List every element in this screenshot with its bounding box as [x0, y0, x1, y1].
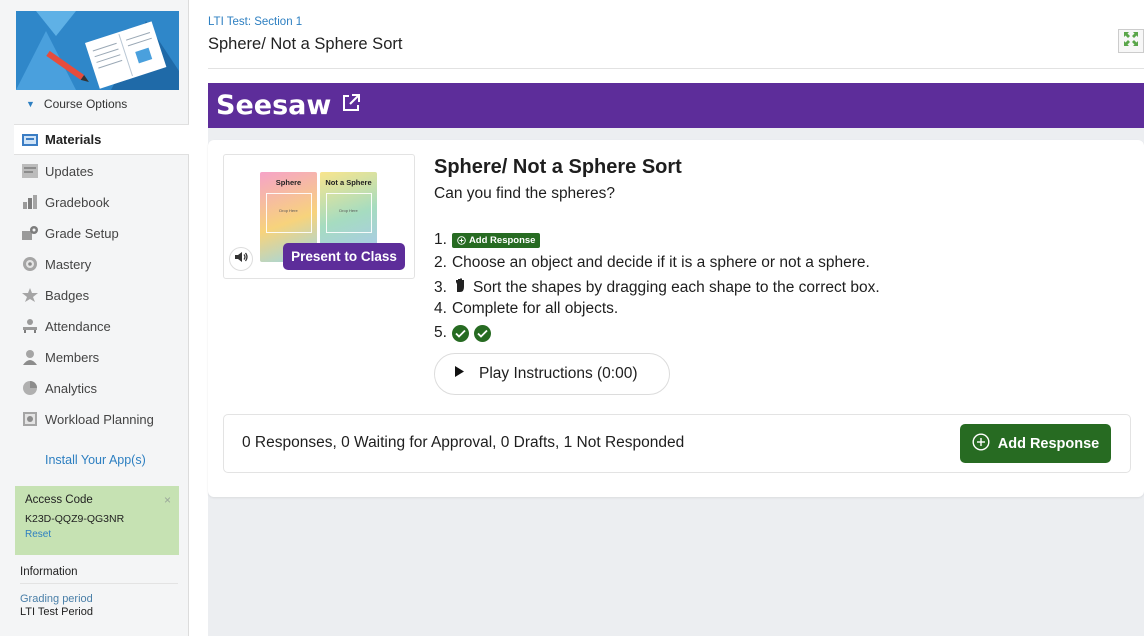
attendance-icon — [20, 318, 39, 335]
step-text: Sort the shapes by dragging each shape t… — [472, 278, 880, 296]
sidebar-item-materials[interactable]: Materials — [14, 124, 189, 155]
sidebar-item-label: Attendance — [45, 318, 111, 334]
sidebar-item-label: Mastery — [45, 256, 92, 272]
sidebar-item-label: Analytics — [45, 380, 98, 396]
sidebar-item-label: Updates — [45, 163, 94, 179]
mastery-icon — [20, 256, 39, 273]
access-code-title: Access Code — [25, 494, 93, 506]
sidebar-item-attendance[interactable]: Attendance — [14, 310, 189, 341]
step-number: 2. — [434, 254, 447, 271]
activity-title: Sphere/ Not a Sphere Sort — [434, 156, 682, 178]
updates-icon — [20, 163, 39, 180]
course-options-toggle[interactable]: ▼ Course Options — [26, 97, 127, 111]
responses-summary: 0 Responses, 0 Waiting for Approval, 0 D… — [242, 434, 685, 451]
sidebar-item-label: Members — [45, 349, 100, 365]
sidebar-item-grade-setup[interactable]: Grade Setup — [14, 217, 189, 248]
sidebar-nav: Materials Updates Gradebook Grade Setup … — [14, 124, 189, 434]
grading-period-label: Grading period — [20, 593, 93, 605]
play-icon — [454, 365, 465, 383]
step-number: 3. — [434, 278, 447, 296]
check-circle-icon — [473, 324, 491, 342]
expand-icon — [1123, 31, 1139, 52]
speaker-button[interactable] — [229, 247, 253, 271]
access-code-value: K23D-QQZ9-QG3NR — [25, 513, 125, 525]
caret-down-icon: ▼ — [26, 99, 35, 109]
seesaw-logo: Seesaw — [216, 90, 332, 121]
instruction-step-1: 1. Add Response — [434, 231, 541, 249]
instruction-step-5: 5. — [434, 324, 491, 342]
add-response-inline-label: Add Response — [468, 234, 536, 246]
add-response-label: Add Response — [997, 435, 1100, 452]
page-title: Sphere/ Not a Sphere Sort — [208, 35, 403, 53]
header-divider — [208, 68, 1144, 69]
sidebar-item-label: Grade Setup — [45, 225, 119, 241]
analytics-icon — [20, 380, 39, 397]
add-response-button[interactable]: Add Response — [960, 424, 1111, 463]
step-number: 4. — [434, 300, 447, 317]
sidebar-item-analytics[interactable]: Analytics — [14, 372, 189, 403]
step-text: Choose an object and decide if it is a s… — [451, 254, 870, 271]
plus-circle-icon — [457, 235, 466, 245]
play-instructions-label: Play Instructions (0:00) — [479, 365, 638, 382]
instruction-step-2: 2. Choose an object and decide if it is … — [434, 254, 870, 272]
sidebar-item-updates[interactable]: Updates — [14, 155, 189, 186]
sphere-sheet-label: Sphere — [275, 178, 302, 187]
sidebar-item-members[interactable]: Members — [14, 341, 189, 372]
drop-box: Drop Here — [265, 193, 312, 233]
workload-planning-icon — [20, 411, 39, 428]
materials-icon — [20, 131, 39, 148]
fullscreen-button[interactable] — [1118, 29, 1144, 53]
not-sphere-sheet-label: Not a Sphere — [325, 178, 372, 187]
drop-box: Drop Here — [325, 193, 372, 233]
step-number: 1. — [434, 231, 447, 248]
information-heading: Information — [20, 566, 178, 584]
add-response-inline-badge: Add Response — [451, 232, 541, 248]
check-circle-icon — [451, 324, 469, 342]
sidebar-item-label: Badges — [45, 287, 90, 303]
sidebar-item-workload-planning[interactable]: Workload Planning — [14, 403, 189, 434]
close-icon[interactable]: × — [164, 493, 171, 507]
play-instructions-button[interactable]: Play Instructions (0:00) — [434, 353, 670, 395]
sidebar-item-label: Materials — [45, 132, 102, 147]
install-apps-link[interactable]: Install Your App(s) — [45, 453, 146, 467]
access-code-reset-link[interactable]: Reset — [25, 529, 169, 540]
plus-circle-icon — [972, 432, 990, 455]
activity-subtitle: Can you find the spheres? — [434, 185, 615, 202]
instruction-step-3: 3. Sort the shapes by dragging each shap… — [434, 277, 880, 298]
course-options-label: Course Options — [43, 97, 128, 111]
access-code-panel: Access Code K23D-QQZ9-QG3NR Reset × — [15, 486, 179, 555]
sidebar-item-label: Workload Planning — [45, 411, 154, 427]
instruction-step-4: 4. Complete for all objects. — [434, 300, 618, 318]
speaker-icon — [234, 250, 248, 268]
sidebar-item-gradebook[interactable]: Gradebook — [14, 186, 189, 217]
grading-period-value: LTI Test Period — [20, 606, 93, 618]
breadcrumb[interactable]: LTI Test: Section 1 — [208, 16, 302, 28]
sidebar-item-label: Gradebook — [45, 194, 110, 210]
step-text: Complete for all objects. — [451, 300, 619, 317]
sidebar-item-badges[interactable]: Badges — [14, 279, 189, 310]
members-icon — [20, 349, 39, 366]
gradebook-icon — [20, 194, 39, 211]
badges-icon — [20, 287, 39, 304]
present-to-class-button[interactable]: Present to Class — [283, 243, 405, 270]
sidebar: ▼ Course Options Materials Updates Grade… — [0, 0, 189, 636]
sidebar-item-mastery[interactable]: Mastery — [14, 248, 189, 279]
seesaw-header-bar: Seesaw — [208, 83, 1144, 128]
grade-setup-icon — [20, 225, 39, 242]
course-image[interactable] — [16, 11, 179, 90]
hand-drag-icon — [452, 277, 468, 298]
step-number: 5. — [434, 324, 447, 341]
external-link-icon[interactable] — [341, 93, 361, 118]
